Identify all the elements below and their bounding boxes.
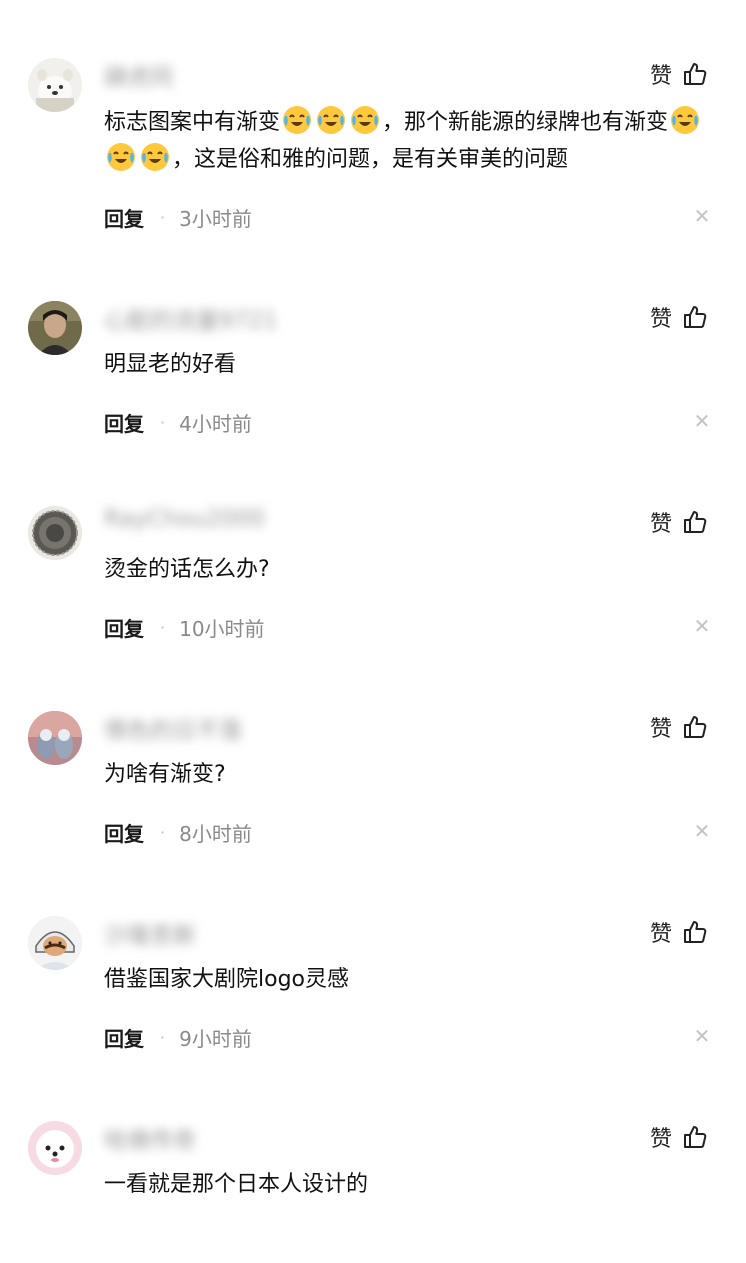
username[interactable]: 心脏的流量9721 [104,301,278,335]
close-icon[interactable]: ✕ [692,411,712,431]
avatar[interactable] [28,711,82,765]
comment-text: 一看就是那个日本人设计的 [104,1172,369,1197]
comment-meta: 回复 · 8小时前 [104,818,252,847]
close-icon[interactable]: ✕ [692,821,712,841]
comment-meta: 回复 · 4小时前 [104,408,252,437]
close-icon[interactable]: ✕ [692,206,712,226]
comment-text: 为啥有渐变? [104,762,226,787]
comment-item: 心脏的流量9721 赞 明显老的好看 回复 · 4小时前 ✕ [0,243,746,443]
like-label: 赞 [650,922,673,947]
username[interactable]: 肆虎同 [104,58,173,92]
comment-text: 标志图案中有渐变 ，那个新能源的绿牌也有渐变 ，这是俗和雅的问题，是有关审美的问题 [104,104,719,178]
comment-meta: 回复 · 10小时前 [104,613,265,642]
crying-laughing-emoji-icon [315,104,347,136]
username[interactable]: 哈佛传奇 [104,1121,196,1155]
separator-dot: · [160,208,166,227]
like-label: 赞 [650,1127,673,1152]
avatar[interactable] [28,58,82,112]
separator-dot: · [160,823,166,842]
comment-meta: 回复 · 3小时前 [104,203,252,232]
like-label: 赞 [650,307,673,332]
like-label: 赞 [650,64,673,89]
crying-laughing-emoji-icon [669,104,701,136]
comment-item: 肆虎同 赞 标志图案中有渐变 ，那个新能源的绿牌也有渐变 ，这是俗和雅的问题，是有关… [0,0,746,231]
separator-dot: · [160,1028,166,1047]
separator-dot: · [160,413,166,432]
like-label: 赞 [650,512,673,537]
like-button[interactable]: 赞 [650,506,708,538]
comment-text-part: 标志图案中有渐变 [104,110,281,135]
avatar[interactable] [28,506,82,560]
comment-text: 借鉴国家大剧院logo灵感 [104,967,349,992]
thumbs-up-icon [682,919,708,945]
reply-button[interactable]: 回复 [104,818,144,847]
reply-button[interactable]: 回复 [104,1023,144,1052]
username[interactable]: 沙隆思斯 [104,916,196,950]
comment-item: 沙隆思斯 赞 借鉴国家大剧院logo灵感 回复 · 9小时前 ✕ [0,858,746,1058]
timestamp: 4小时前 [179,412,252,436]
comment-text: 明显老的好看 [104,352,237,377]
like-button[interactable]: 赞 [650,301,708,333]
username[interactable]: 情色的日不落 [104,711,242,745]
thumbs-up-icon [682,714,708,740]
like-button[interactable]: 赞 [650,711,708,743]
comment-text-part: ，那个新能源的绿牌也有渐变 [382,110,669,135]
thumbs-up-icon [682,1124,708,1150]
like-button[interactable]: 赞 [650,1121,708,1153]
comment-text-part: ，这是俗和雅的问题，是有关审美的问题 [172,147,569,172]
thumbs-up-icon [682,61,708,87]
reply-button[interactable]: 回复 [104,408,144,437]
crying-laughing-emoji-icon [281,104,313,136]
comment-item: 哈佛传奇 赞 一看就是那个日本人设计的 [0,1063,746,1263]
close-icon[interactable]: ✕ [692,616,712,636]
thumbs-up-icon [682,304,708,330]
timestamp: 9小时前 [179,1027,252,1051]
separator-dot: · [160,618,166,637]
username[interactable]: RayChou2000 [104,506,265,532]
timestamp: 10小时前 [179,617,265,641]
like-button[interactable]: 赞 [650,916,708,948]
comment-item: 情色的日不落 赞 为啥有渐变? 回复 · 8小时前 ✕ [0,653,746,853]
comment-meta: 回复 · 9小时前 [104,1023,252,1052]
reply-button[interactable]: 回复 [104,613,144,642]
crying-laughing-emoji-icon [105,141,137,173]
crying-laughing-emoji-icon [139,141,171,173]
avatar[interactable] [28,916,82,970]
timestamp: 8小时前 [179,822,252,846]
comment-text: 烫金的话怎么办? [104,557,270,582]
like-button[interactable]: 赞 [650,58,708,90]
reply-button[interactable]: 回复 [104,203,144,232]
comment-item: RayChou2000 赞 烫金的话怎么办? 回复 · 10小时前 ✕ [0,448,746,648]
timestamp: 3小时前 [179,207,252,231]
avatar[interactable] [28,1121,82,1175]
crying-laughing-emoji-icon [349,104,381,136]
avatar[interactable] [28,301,82,355]
close-icon[interactable]: ✕ [692,1026,712,1046]
like-label: 赞 [650,717,673,742]
thumbs-up-icon [682,509,708,535]
